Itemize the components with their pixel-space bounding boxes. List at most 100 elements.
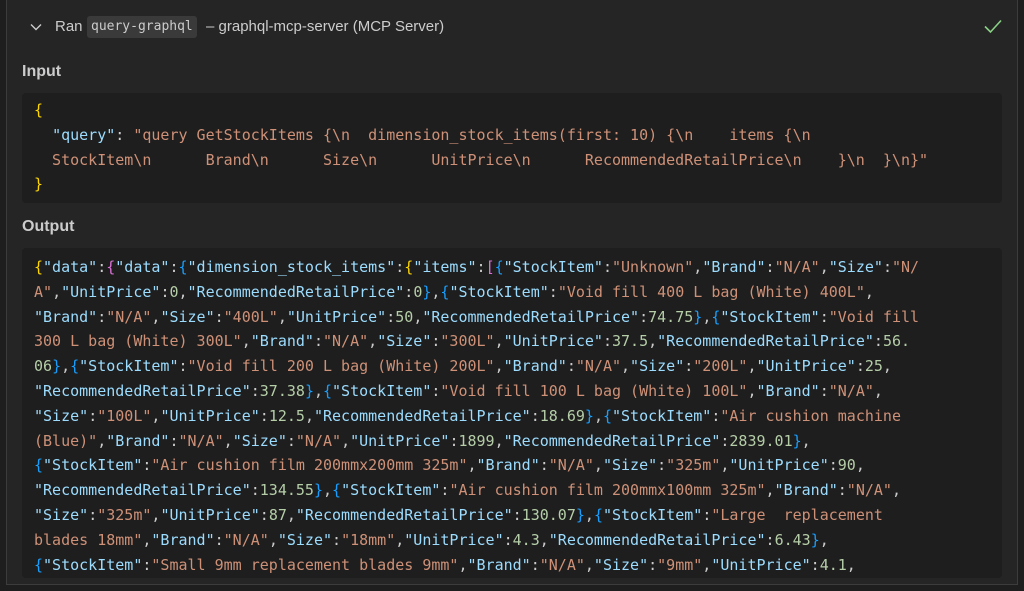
code-token: 130.07 <box>521 505 576 524</box>
code-token: "Brand" <box>756 381 820 400</box>
code-token: "Size" <box>160 307 215 326</box>
code-token: "UnitPrice" <box>61 282 161 301</box>
code-token: "Size" <box>232 431 287 450</box>
code-token: "Brand" <box>702 258 766 276</box>
code-token: "Void fill 100 L bag (White) 100L" <box>440 381 748 400</box>
code-token: : <box>88 406 98 425</box>
code-token: : <box>250 481 260 500</box>
code-token: , <box>584 555 594 574</box>
code-token: "query" <box>52 125 116 144</box>
code-token: "N/A" <box>774 258 820 276</box>
code-token: "N/A" <box>178 431 224 450</box>
output-code-block[interactable]: {"data":{"data":{"dimension_stock_items"… <box>22 248 1002 578</box>
code-token: "RecommendedRetailPrice" <box>187 282 405 301</box>
code-token: , <box>413 307 423 326</box>
code-token: "StockItem" <box>43 456 143 475</box>
code-token: "N/A" <box>828 381 874 400</box>
code-token: "StockItem" <box>341 481 441 500</box>
code-line: A","UnitPrice":0,"RecommendedRetailPrice… <box>34 280 1002 305</box>
code-token: : <box>386 307 396 326</box>
code-token: : <box>855 357 865 376</box>
code-token: "200L" <box>693 357 748 376</box>
code-token: , <box>693 258 703 276</box>
tool-name-chip: query-graphql <box>87 16 197 38</box>
code-token: "Air cushion film 200mmx200mm 325m" <box>151 456 468 475</box>
code-token: } <box>693 307 703 326</box>
code-token: "StockItem" <box>449 282 549 301</box>
code-token: "RecommendedRetailPrice" <box>295 505 513 524</box>
code-token: , <box>873 381 883 400</box>
code-token: , <box>304 406 314 425</box>
code-token: : <box>259 406 269 425</box>
code-token: : <box>828 456 838 475</box>
code-token: "data" <box>115 258 170 276</box>
tool-call-panel: Ran query-graphql – graphql-mcp-server (… <box>6 0 1018 585</box>
code-token: , <box>539 530 549 549</box>
code-token: , <box>395 530 405 549</box>
code-token: "Brand" <box>503 357 567 376</box>
code-token: "RecommendedRetailPrice" <box>34 381 251 400</box>
code-token: 6.43 <box>774 530 811 549</box>
code-token: "N/A" <box>575 357 622 376</box>
code-token: "Unknown" <box>612 258 694 276</box>
code-token: { <box>404 258 414 276</box>
code-token: { <box>34 258 44 276</box>
code-token: 1899 <box>458 431 495 450</box>
code-token: : <box>476 258 486 276</box>
code-token: : <box>639 307 649 326</box>
code-token: "Size" <box>34 505 89 524</box>
code-token: 0 <box>169 282 179 301</box>
code-token: "Brand" <box>467 555 531 574</box>
code-line: "Size":"100L","UnitPrice":12.5,"Recommen… <box>34 404 1002 429</box>
code-token: "UnitPrice" <box>404 530 504 549</box>
code-token: , <box>819 258 829 276</box>
code-token: 4.1 <box>819 555 847 574</box>
code-token: "StockItem" <box>720 307 820 326</box>
code-token: , <box>819 530 829 549</box>
code-token: , <box>268 530 278 549</box>
code-token: : <box>97 307 107 326</box>
code-token: "N/A" <box>323 332 369 351</box>
code-token: "RecommendedRetailPrice" <box>657 332 874 351</box>
input-label: Input <box>22 63 62 80</box>
code-token: "400L" <box>223 307 278 326</box>
code-token: "N/A" <box>539 555 585 574</box>
chevron-down-icon[interactable] <box>29 20 43 34</box>
code-token: "Air cushion machine <box>720 406 901 425</box>
code-line: {"StockItem": "Air cushion film 200mmx200… <box>34 453 1002 478</box>
ran-label: Ran <box>55 18 83 35</box>
code-token: 4.3 <box>512 530 540 549</box>
input-code-block[interactable]: { "query": "query GetStockItems {\n dime… <box>22 93 1002 203</box>
code-line: 06},{"StockItem":"Void fill 200 L bag (W… <box>34 354 1002 379</box>
code-token: , <box>313 381 323 400</box>
code-token: (Blue)" <box>34 431 98 450</box>
code-token: "Size" <box>593 555 649 574</box>
output-label: Output <box>22 218 75 235</box>
code-token: "9mm" <box>657 555 703 574</box>
code-token: : <box>404 282 414 301</box>
code-line: {"StockItem": "Small 9mm replacement blad… <box>34 553 1002 578</box>
code-token: , <box>702 307 712 326</box>
code-token: : <box>819 381 829 400</box>
code-token: : <box>178 357 188 376</box>
code-token: "Air cushion film 200mmx100mm 325m" <box>449 481 766 500</box>
code-token: "items" <box>413 258 477 276</box>
code-token: : <box>602 332 612 351</box>
code-token: : <box>873 332 883 351</box>
code-token: 300 L bag (White) 300L" <box>34 332 242 351</box>
code-token: "Void fill <box>828 307 920 326</box>
code-token: "N/A" <box>295 431 342 450</box>
code-token: [ <box>485 258 495 276</box>
code-token: : <box>765 530 775 549</box>
code-token: "Void fill 400 L bag (White) 400L" <box>557 282 865 301</box>
code-token: , <box>621 357 631 376</box>
code-token: "UnitPrice" <box>160 406 260 425</box>
code-token: } <box>575 505 585 524</box>
code-token: "Brand" <box>774 481 838 500</box>
code-token: : <box>530 406 540 425</box>
code-token: 25 <box>864 357 883 376</box>
code-token: , <box>178 282 188 301</box>
code-token: "N/A" <box>106 307 152 326</box>
tool-call-header[interactable]: Ran query-graphql – graphql-mcp-server (… <box>7 0 1017 56</box>
